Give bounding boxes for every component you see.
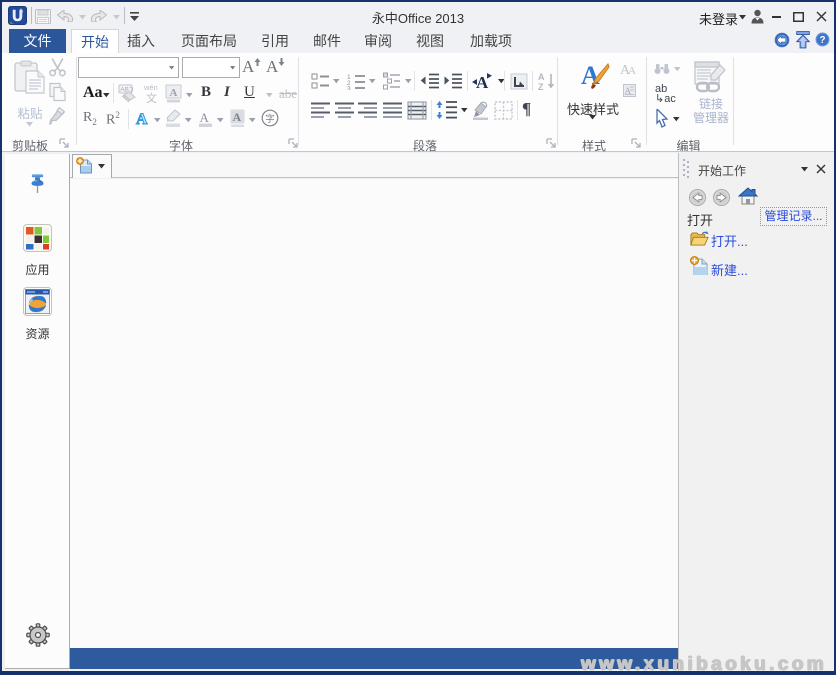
svg-text:wén: wén [143, 83, 158, 92]
svg-text:A: A [200, 110, 210, 125]
svg-text:文: 文 [146, 91, 157, 103]
svg-text:A: A [538, 72, 545, 82]
svg-text:A: A [628, 65, 636, 75]
svg-text:A: A [170, 87, 178, 99]
svg-text:ABↃ: ABↃ [120, 87, 134, 94]
svg-text:A: A [581, 61, 600, 90]
svg-text:A: A [233, 110, 242, 124]
svg-text:3: 3 [347, 86, 351, 91]
svg-text:?: ? [819, 35, 825, 46]
svg-text:Z: Z [538, 82, 544, 91]
svg-text:A: A [136, 111, 148, 127]
svg-text:字: 字 [265, 113, 275, 125]
